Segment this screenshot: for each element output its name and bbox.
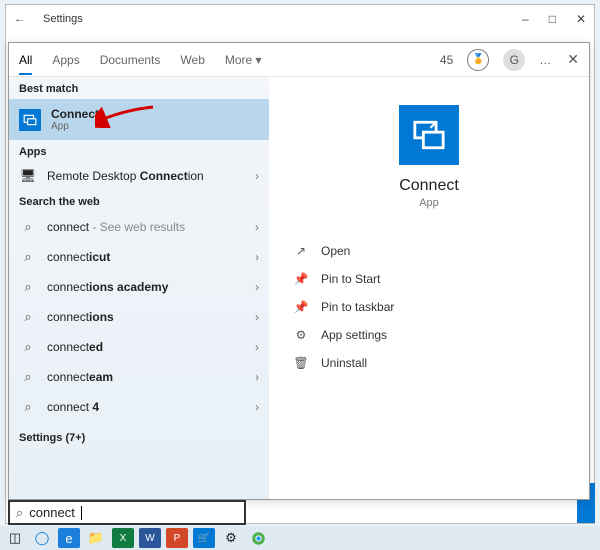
settings-taskbar-icon[interactable]: ⚙: [220, 528, 242, 548]
chevron-right-icon: ›: [255, 220, 259, 234]
action-label: App settings: [321, 328, 387, 342]
chevron-right-icon: ›: [255, 370, 259, 384]
web-result-label: connecticut: [47, 250, 245, 264]
app-result-item[interactable]: 🖥 Remote Desktop Connection ›: [9, 162, 269, 190]
chrome-icon[interactable]: [247, 528, 269, 548]
trash-icon: 🗑: [293, 356, 309, 370]
search-icon: [19, 249, 37, 265]
pin-icon: 📌: [293, 300, 309, 314]
search-icon: [19, 369, 37, 385]
search-icon: [19, 399, 37, 415]
pin-icon: 📌: [293, 272, 309, 286]
web-result-label: connecteam: [47, 370, 245, 384]
web-result-label: connect - See web results: [47, 220, 245, 234]
action-uninstall[interactable]: 🗑 Uninstall: [289, 349, 569, 377]
action-open[interactable]: ↗ Open: [289, 237, 569, 265]
tab-documents[interactable]: Documents: [100, 53, 161, 67]
action-app-settings[interactable]: ⚙ App settings: [289, 321, 569, 349]
gear-icon: ⚙: [293, 328, 309, 342]
action-label: Open: [321, 244, 350, 258]
preview-pane: Connect App ↗ Open 📌 Pin to Start 📌 Pin …: [269, 77, 589, 499]
word-icon[interactable]: W: [139, 528, 161, 548]
search-tabs: All Apps Documents Web More ▾ 45 🏅 G … ✕: [9, 43, 589, 77]
section-best-match: Best match: [9, 77, 269, 99]
chevron-right-icon: ›: [255, 310, 259, 324]
action-label: Pin to Start: [321, 272, 380, 286]
excel-icon[interactable]: X: [112, 528, 134, 548]
task-view-icon[interactable]: ◫: [4, 528, 26, 548]
action-label: Pin to taskbar: [321, 300, 394, 314]
search-icon: [19, 219, 37, 235]
tab-all[interactable]: All: [19, 53, 32, 75]
best-match-item[interactable]: Connect App: [9, 99, 269, 140]
action-label: Uninstall: [321, 356, 367, 370]
web-result-item[interactable]: connect - See web results ›: [9, 212, 269, 242]
web-result-item[interactable]: connect 4 ›: [9, 392, 269, 422]
powerpoint-icon[interactable]: P: [166, 528, 188, 548]
cortana-icon[interactable]: ◯: [31, 528, 53, 548]
close-flyout-icon[interactable]: ✕: [567, 51, 579, 68]
more-options-icon[interactable]: …: [539, 53, 553, 67]
back-icon[interactable]: ←: [14, 13, 25, 25]
taskbar: ◫ ◯ e 📁 X W P 🛒 ⚙: [0, 526, 600, 550]
rewards-points: 45: [440, 53, 453, 67]
search-flyout: All Apps Documents Web More ▾ 45 🏅 G … ✕…: [8, 42, 590, 500]
web-result-label: connections academy: [47, 280, 245, 294]
search-icon: [19, 279, 37, 295]
search-icon: [19, 309, 37, 325]
preview-app-kind: App: [419, 197, 439, 209]
web-result-item[interactable]: connected ›: [9, 332, 269, 362]
best-match-title: Connect: [51, 107, 99, 121]
file-explorer-icon[interactable]: 📁: [85, 528, 107, 548]
store-icon[interactable]: 🛒: [193, 528, 215, 548]
app-result-label: Remote Desktop Connection: [47, 169, 204, 183]
maximize-icon[interactable]: □: [549, 12, 556, 26]
section-apps: Apps: [9, 140, 269, 162]
best-match-kind: App: [51, 121, 99, 132]
rewards-icon[interactable]: 🏅: [467, 49, 489, 71]
minimize-icon[interactable]: –: [522, 12, 529, 26]
user-avatar[interactable]: G: [503, 49, 525, 71]
web-result-label: connected: [47, 340, 245, 354]
chevron-right-icon: ›: [255, 340, 259, 354]
search-icon: [16, 505, 23, 521]
results-pane: Best match Connect App Apps 🖥 Remote Des…: [9, 77, 269, 499]
action-pin-start[interactable]: 📌 Pin to Start: [289, 265, 569, 293]
web-result-item[interactable]: connecteam ›: [9, 362, 269, 392]
close-window-icon[interactable]: ✕: [576, 12, 586, 26]
chevron-right-icon: ›: [255, 169, 259, 183]
search-input-text: connect: [29, 505, 75, 520]
remote-desktop-icon: 🖥: [19, 168, 37, 184]
connect-app-large-icon: [399, 105, 459, 165]
web-result-item[interactable]: connections academy ›: [9, 272, 269, 302]
section-settings: Settings (7+): [9, 422, 269, 448]
settings-title: Settings: [43, 13, 83, 25]
search-box[interactable]: connect: [8, 500, 246, 525]
preview-app-name: Connect: [399, 177, 459, 195]
action-pin-taskbar[interactable]: 📌 Pin to taskbar: [289, 293, 569, 321]
chevron-right-icon: ›: [255, 280, 259, 294]
edge-icon[interactable]: e: [58, 528, 80, 548]
tab-apps[interactable]: Apps: [52, 53, 79, 67]
settings-titlebar: ← Settings – □ ✕: [6, 5, 594, 33]
web-result-item[interactable]: connecticut ›: [9, 242, 269, 272]
tab-web[interactable]: Web: [180, 53, 204, 67]
web-result-label: connections: [47, 310, 245, 324]
search-icon: [19, 339, 37, 355]
web-result-label: connect 4: [47, 400, 245, 414]
chevron-right-icon: ›: [255, 250, 259, 264]
tab-more[interactable]: More ▾: [225, 53, 262, 67]
section-web: Search the web: [9, 190, 269, 212]
web-result-item[interactable]: connections ›: [9, 302, 269, 332]
open-icon: ↗: [293, 244, 309, 258]
connect-app-icon: [19, 109, 41, 131]
chevron-right-icon: ›: [255, 400, 259, 414]
